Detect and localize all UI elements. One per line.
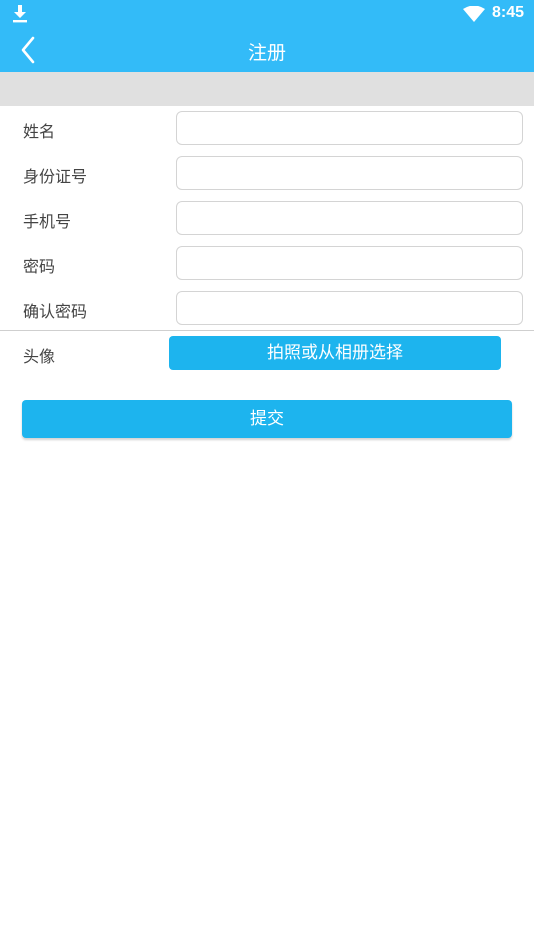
pick-photo-button[interactable]: 拍照或从相册选择	[169, 336, 501, 370]
status-bar: 8:45	[0, 0, 534, 28]
phone-input[interactable]	[176, 201, 523, 235]
password-input[interactable]	[176, 246, 523, 280]
phone-label: 手机号	[23, 212, 72, 231]
divider	[0, 330, 534, 331]
avatar-label: 头像	[23, 347, 56, 366]
name-label: 姓名	[23, 122, 56, 141]
page-title: 注册	[247, 42, 286, 64]
wifi-icon	[463, 6, 485, 22]
download-icon	[13, 5, 27, 23]
password-label: 密码	[23, 257, 56, 276]
id-number-row: 身份证号	[0, 151, 534, 196]
password-row: 密码	[0, 241, 534, 286]
confirm-password-row: 确认密码	[0, 286, 534, 331]
avatar-row: 头像 拍照或从相册选择	[0, 333, 534, 373]
confirm-password-label: 确认密码	[23, 302, 88, 321]
name-row: 姓名	[0, 106, 534, 151]
id-number-input[interactable]	[176, 156, 523, 190]
name-input[interactable]	[176, 111, 523, 145]
app-bar: 注册	[0, 28, 534, 72]
confirm-password-input[interactable]	[176, 291, 523, 325]
phone-row: 手机号	[0, 196, 534, 241]
id-number-label: 身份证号	[23, 167, 88, 186]
submit-button[interactable]: 提交	[22, 400, 512, 438]
header-spacer	[0, 72, 534, 106]
status-time: 8:45	[492, 4, 525, 21]
